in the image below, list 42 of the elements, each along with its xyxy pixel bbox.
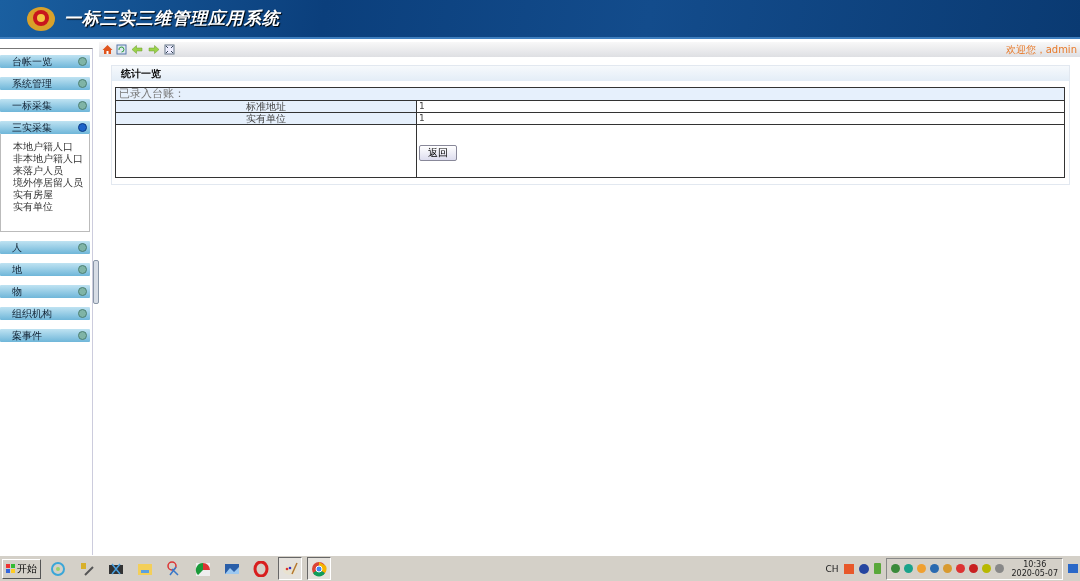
windows-logo-icon <box>6 564 15 573</box>
panel-title: 统计一览 <box>121 66 161 81</box>
table-caption: 已录入台账： <box>115 87 1065 101</box>
battery-icon[interactable] <box>873 563 881 574</box>
start-button[interactable]: 开始 <box>2 558 41 579</box>
sidebar-item[interactable]: 系统管理 <box>0 77 90 90</box>
language-indicator[interactable]: CH <box>825 563 839 574</box>
table-cell: 1 <box>416 100 1065 113</box>
submenu-item[interactable]: 来落户人员 <box>13 165 63 176</box>
input-method-icon[interactable] <box>843 563 854 574</box>
sidebar-item[interactable]: 三实采集 <box>0 121 90 134</box>
collapse-handle[interactable] <box>93 260 99 304</box>
pie-chart-icon <box>195 560 211 577</box>
chrome-icon <box>311 560 327 577</box>
taskbar-app[interactable] <box>278 557 302 580</box>
sidebar-item[interactable]: 一标采集 <box>0 99 90 112</box>
sidebar-item[interactable]: 案事件 <box>0 329 90 342</box>
palette-icon <box>282 560 298 577</box>
sidebar-item[interactable]: 台帐一览 <box>0 55 90 68</box>
swirl-icon <box>50 560 66 577</box>
refresh-icon[interactable] <box>116 44 127 55</box>
welcome-text: 欢迎您，admin <box>1005 42 1077 57</box>
home-icon[interactable] <box>102 44 113 55</box>
tools-icon <box>79 560 95 577</box>
submenu-item[interactable]: 实有房屋 <box>13 189 53 200</box>
submenu-item[interactable]: 非本地户籍人口 <box>13 153 83 164</box>
submenu-item[interactable]: 实有单位 <box>13 201 53 212</box>
submenu-item[interactable]: 境外停居留人员 <box>13 177 83 188</box>
back-arrow-icon[interactable] <box>130 44 144 55</box>
opera-icon <box>253 560 269 577</box>
table-cell: 1 <box>416 112 1065 125</box>
fullscreen-icon[interactable] <box>164 44 175 55</box>
back-button[interactable]: 返回 <box>419 145 457 161</box>
taskbar-app[interactable] <box>307 557 331 580</box>
sidebar-item[interactable]: 物 <box>0 285 90 298</box>
clock: 10:36 2020-05-07 <box>1011 559 1058 578</box>
sidebar-item[interactable]: 人 <box>0 241 90 254</box>
sidebar-item[interactable]: 地 <box>0 263 90 276</box>
sidebar-item[interactable]: 组织机构 <box>0 307 90 320</box>
submenu-item[interactable]: 本地户籍人口 <box>13 141 73 152</box>
system-title: 一标三实三维管理应用系统 <box>64 7 280 30</box>
emblem-icon <box>26 5 56 32</box>
